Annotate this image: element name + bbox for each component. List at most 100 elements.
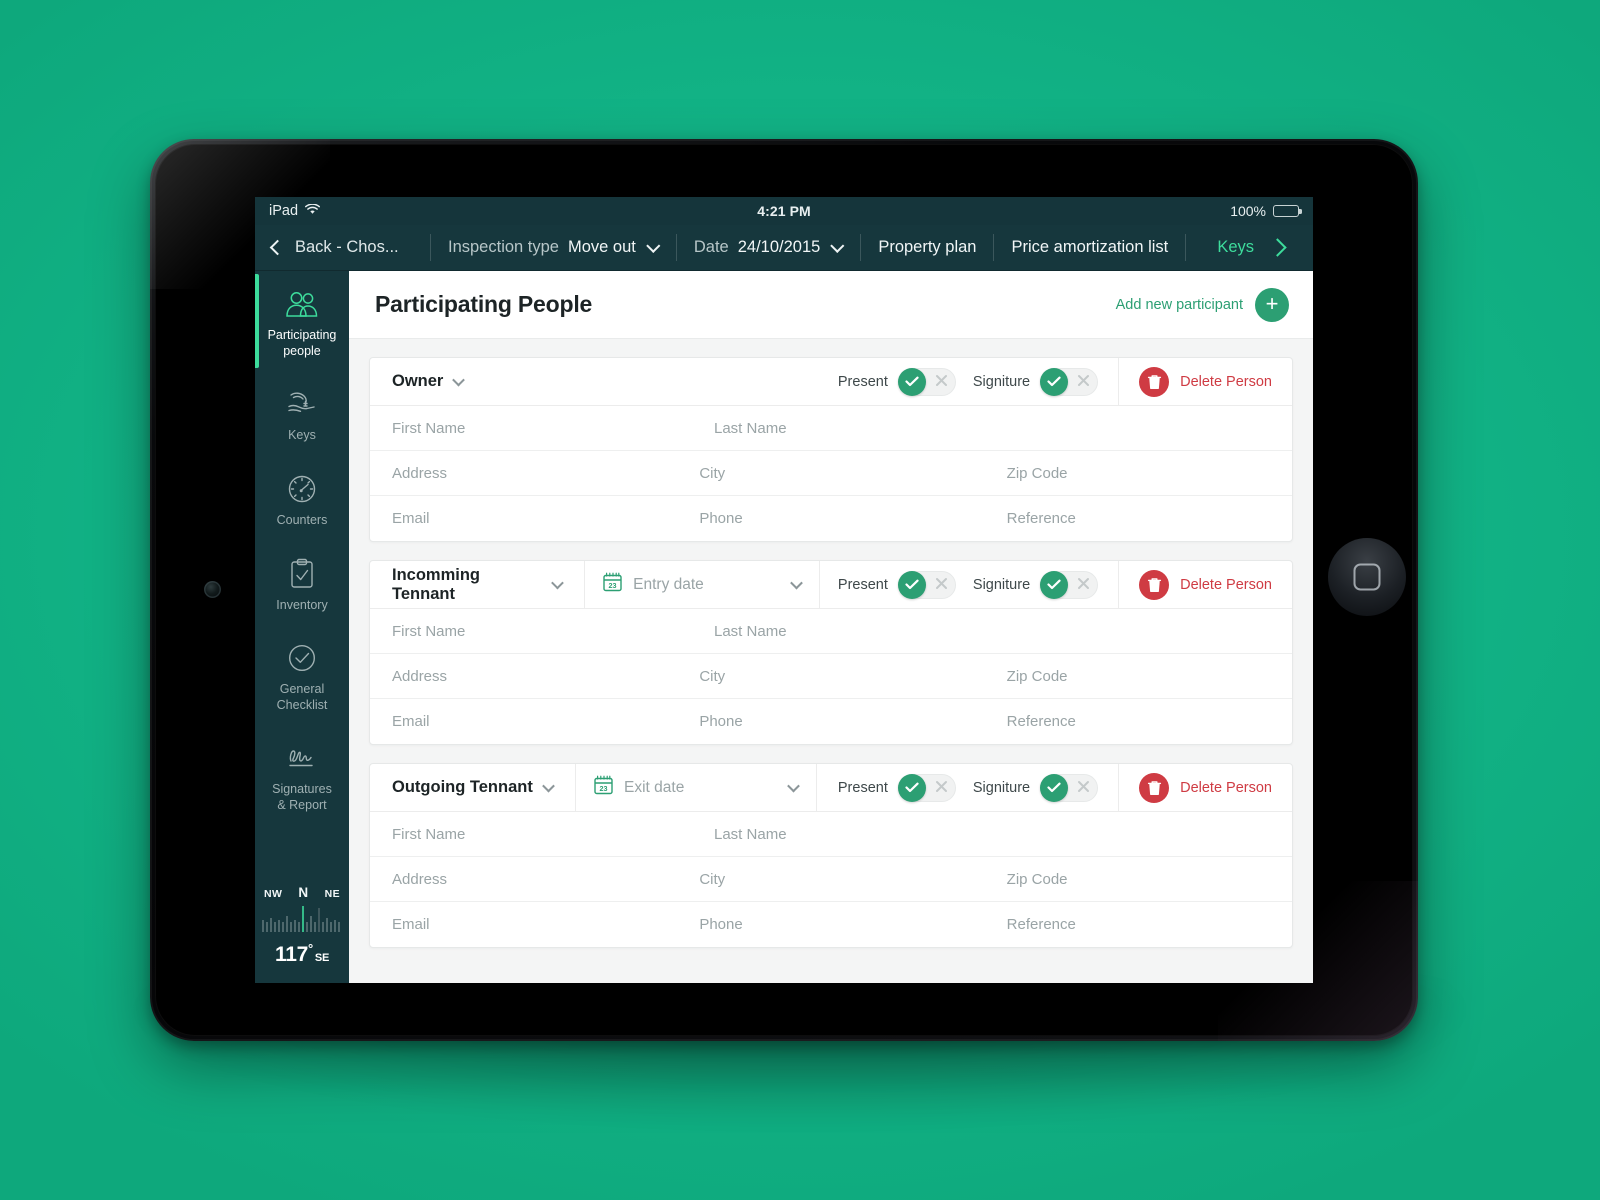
first-name-field[interactable]: First Name [370,812,692,856]
signature-toggle-group: Signiture [972,367,1099,396]
compass-heading: 117°SE [255,941,349,967]
field-row: Email Phone Reference [370,496,1292,541]
city-field[interactable]: City [677,654,984,698]
check-icon [1040,367,1069,396]
role-selector[interactable]: Incomming Tennant [370,561,584,608]
first-name-field[interactable]: First Name [370,609,692,653]
role-selector[interactable]: Outgoing Tennant [370,764,575,811]
keys-next-button[interactable]: Keys [1200,225,1313,270]
delete-person-button[interactable]: Delete Person [1119,764,1292,811]
exit-date-value: Exit date [624,778,685,796]
delete-person-label: Delete Person [1180,779,1272,796]
compass-dir-nw: NW [264,888,283,900]
status-battery-percent: 100% [1230,203,1266,219]
reference-field[interactable]: Reference [985,496,1292,541]
home-button[interactable] [1328,538,1406,616]
price-amortization-button[interactable]: Price amortization list [994,225,1185,270]
close-icon [1077,780,1090,796]
delete-person-button[interactable]: Delete Person [1119,561,1292,608]
check-icon [1040,570,1069,599]
check-circle-icon [259,641,345,675]
last-name-field[interactable]: Last Name [692,812,1292,856]
last-name-field[interactable]: Last Name [692,609,1292,653]
present-toggle-group: Present [838,570,956,599]
sidebar-item-keys[interactable]: Keys [255,371,349,456]
zip-code-field[interactable]: Zip Code [985,654,1292,698]
address-field[interactable]: Address [370,451,677,495]
present-toggle[interactable] [897,570,956,599]
field-row: Email Phone Reference [370,699,1292,744]
chevron-right-icon [1268,238,1287,257]
present-toggle[interactable] [897,367,956,396]
signature-label: Signiture [972,373,1031,390]
add-participant-button[interactable]: Add new participant + [1115,287,1289,322]
property-plan-button[interactable]: Property plan [861,225,993,270]
reference-field[interactable]: Reference [985,699,1292,744]
check-icon [1040,773,1069,802]
trash-icon [1139,569,1170,600]
people-icon [259,287,345,321]
role-label: Incomming Tennant [392,565,481,603]
email-field[interactable]: Email [370,699,677,744]
city-field[interactable]: City [677,857,984,901]
phone-field[interactable]: Phone [677,496,984,541]
back-button[interactable]: Back - Chos... [255,225,430,270]
first-name-field[interactable]: First Name [370,406,692,450]
card-divider [816,764,817,811]
role-selector[interactable]: Owner [370,358,575,405]
home-square-icon [1353,563,1381,591]
phone-field[interactable]: Phone [677,699,984,744]
email-field[interactable]: Email [370,496,677,541]
entry-date-value: Entry date [633,575,704,593]
ipad-device: iPad 4:21 PM 100% Back - Chos... Inspect… [150,139,1418,1041]
inspection-type-selector[interactable]: Inspection type Move out [431,225,676,270]
signature-toggle[interactable] [1040,570,1099,599]
sidebar-item-label: Keys [288,428,316,443]
main-content: Participating People Add new participant… [349,271,1313,983]
signature-toggle[interactable] [1040,367,1099,396]
signature-toggle[interactable] [1040,773,1099,802]
date-selector[interactable]: Date 24/10/2015 [677,225,860,270]
check-icon [897,367,926,396]
city-field[interactable]: City [677,451,984,495]
close-icon [935,374,948,390]
chevron-down-icon [830,238,845,253]
participant-card-header: Owner Present Signiture Delete Person [370,358,1292,406]
add-participant-label: Add new participant [1115,296,1243,313]
property-plan-label: Property plan [878,238,977,256]
zip-code-field[interactable]: Zip Code [985,857,1292,901]
compass-dir-n: N [298,885,309,900]
delete-person-button[interactable]: Delete Person [1119,358,1292,405]
last-name-field[interactable]: Last Name [692,406,1292,450]
sidebar-item-counters[interactable]: Counters [255,456,349,541]
front-camera-icon [204,581,221,598]
status-time: 4:21 PM [757,203,811,219]
exit-date-selector[interactable]: 23 Exit date [576,764,816,811]
reference-field[interactable]: Reference [985,902,1292,947]
participant-card-header: Incomming Tennant 23 Entry date Present … [370,561,1292,609]
address-field[interactable]: Address [370,654,677,698]
chevron-down-icon [787,779,800,793]
chevron-down-icon [541,779,555,793]
phone-field[interactable]: Phone [677,902,984,947]
plus-icon: + [1255,287,1289,322]
entry-date-selector[interactable]: 23 Entry date [585,561,819,608]
close-icon [1077,374,1090,390]
sidebar-item-participating-people[interactable]: Participating people [255,271,349,371]
email-field[interactable]: Email [370,902,677,947]
zip-code-field[interactable]: Zip Code [985,451,1292,495]
participant-card: Incomming Tennant 23 Entry date Present … [369,560,1293,745]
address-field[interactable]: Address [370,857,677,901]
chevron-down-icon [452,373,466,387]
app-body: Participating people Keys Counters Inven… [255,271,1313,983]
price-amortization-label: Price amortization list [1011,238,1169,256]
sidebar-item-inventory[interactable]: Inventory [255,541,349,626]
sidebar-item-label: Inventory [276,597,328,612]
toggles-group: Present Signiture [820,561,1118,608]
sidebar-item-signatures-report[interactable]: Signatures & Report [255,725,349,825]
sidebar-item-general-checklist[interactable]: General Checklist [255,625,349,725]
keys-link-label: Keys [1217,238,1254,256]
clipboard-check-icon [259,557,345,591]
present-toggle[interactable] [897,773,956,802]
compass-ticks [255,904,349,934]
